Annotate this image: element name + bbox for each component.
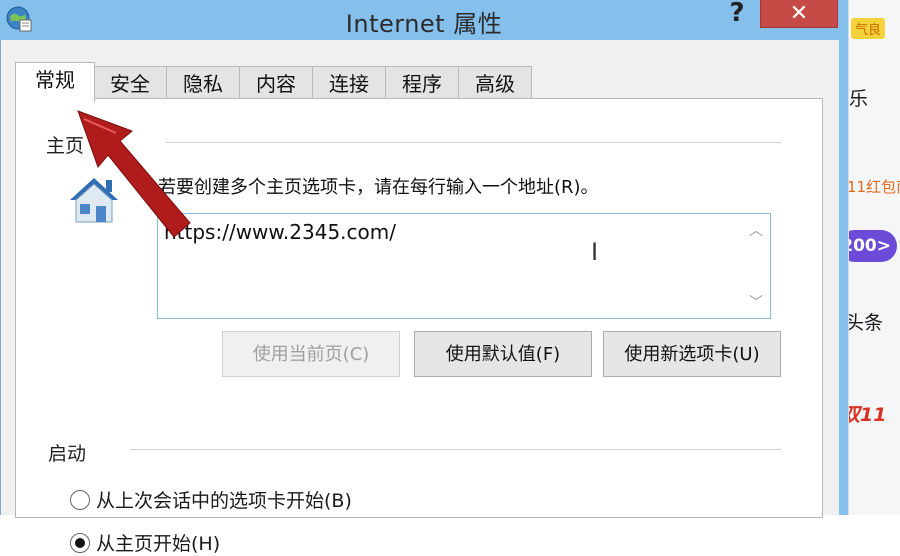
homepage-url-value: https://www.2345.com/ — [164, 220, 396, 244]
tab-general[interactable]: 常规 — [15, 62, 95, 102]
startup-group-label: 启动 — [48, 443, 87, 465]
internet-properties-dialog: Internet 属性 ? ✕ 常规 安全 隐私 内容 连接 程序 高级 主页 — [0, 0, 848, 555]
radio-unchecked[interactable] — [70, 489, 90, 510]
startup-option-label: 从主页开始(H) — [96, 533, 221, 555]
use-current-button[interactable]: 使用当前页(C) — [222, 331, 400, 377]
tab-programs[interactable]: 程序 — [385, 66, 459, 100]
startup-option-last-session[interactable]: 从上次会话中的选项卡开始(B) — [70, 486, 352, 513]
bg-item-pill[interactable]: 200> — [849, 230, 897, 262]
help-button[interactable]: ? — [722, 0, 752, 30]
homepage-divider — [166, 142, 781, 143]
title-bar[interactable]: Internet 属性 ? ✕ — [0, 0, 848, 38]
tab-privacy[interactable]: 隐私 — [166, 66, 240, 100]
homepage-url-textarea[interactable]: https://www.2345.com/ I ︿ ﹀ — [157, 213, 771, 319]
startup-option-label: 从上次会话中的选项卡开始(B) — [96, 490, 352, 512]
homepage-instruction: 若要创建多个主页选项卡，请在每行输入一个地址(R)。 — [158, 177, 599, 198]
bg-item-music[interactable]: 乐 — [849, 84, 868, 111]
scroll-up-icon[interactable]: ︿ — [746, 220, 766, 240]
radio-checked[interactable] — [70, 532, 90, 553]
startup-option-homepage[interactable]: 从主页开始(H) — [70, 529, 220, 556]
text-cursor-icon: I — [591, 238, 599, 266]
tab-connections[interactable]: 连接 — [312, 66, 386, 100]
bg-item-double11[interactable]: 双11 — [849, 400, 886, 427]
close-button[interactable]: ✕ — [760, 0, 838, 28]
startup-divider — [130, 449, 781, 450]
scroll-down-icon[interactable]: ﹀ — [746, 292, 766, 312]
red-arrow-annotation — [77, 110, 191, 238]
window-title: Internet 属性 — [345, 10, 503, 38]
tab-content[interactable]: 内容 — [239, 66, 313, 100]
tab-security[interactable]: 安全 — [93, 66, 167, 100]
bg-item-news[interactable]: 头条 — [849, 308, 883, 335]
bg-item-redpacket[interactable]: 11红包南 — [849, 176, 900, 197]
use-default-button[interactable]: 使用默认值(F) — [414, 331, 592, 377]
background-app-strip: 气良 乐 11红包南 200> 头条 双11 — [848, 0, 900, 515]
tab-advanced[interactable]: 高级 — [458, 66, 532, 100]
bg-pill-text: 200> — [849, 236, 891, 256]
use-new-tab-button[interactable]: 使用新选项卡(U) — [603, 331, 781, 377]
weather-badge: 气良 — [851, 18, 886, 39]
